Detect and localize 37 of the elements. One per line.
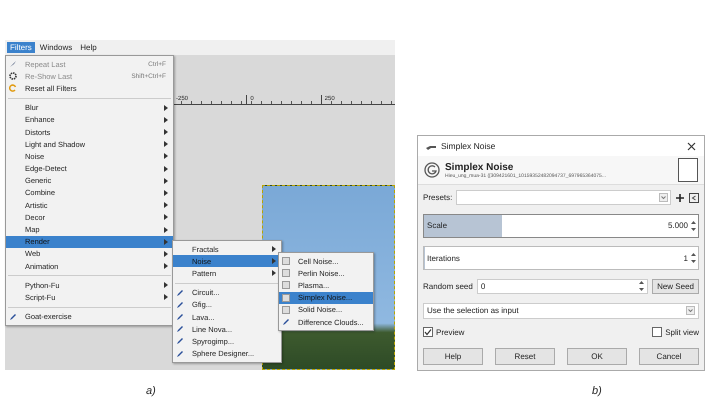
menu-bar-item[interactable]: Filters: [7, 42, 35, 53]
dialog-button[interactable]: Cancel: [639, 348, 699, 365]
spin-arrows-icon[interactable]: [639, 280, 644, 292]
slider-label: Iterations: [427, 254, 461, 263]
seed-field[interactable]: 0: [476, 278, 648, 294]
slider[interactable]: Iterations 1: [423, 246, 699, 270]
menu-bar-item[interactable]: Help: [77, 42, 100, 53]
dialog-button[interactable]: OK: [567, 348, 627, 365]
seed-label: Random seed: [423, 282, 473, 291]
menu-bar-item[interactable]: Windows: [36, 42, 76, 53]
close-icon[interactable]: [687, 142, 696, 150]
presets-label: Presets:: [423, 193, 452, 202]
slider-label: Scale: [427, 221, 448, 230]
figure-caption: b): [592, 385, 602, 397]
slider-value: 1: [684, 254, 688, 263]
filter-heading: Simplex Noise: [445, 162, 514, 172]
brush-icon: [9, 312, 17, 321]
dialog-button[interactable]: Help: [423, 348, 483, 365]
gear-icon: [9, 72, 17, 80]
split-view-checkbox[interactable]: Split view: [652, 327, 699, 338]
reset-icon: [9, 84, 17, 92]
spin-arrows-icon[interactable]: [691, 252, 696, 264]
new-seed-button[interactable]: New Seed: [652, 278, 699, 294]
preview-checkbox[interactable]: Preview: [423, 327, 464, 338]
spin-arrows-icon[interactable]: [691, 220, 696, 232]
add-icon[interactable]: [675, 192, 685, 202]
dropdown-arrow-icon: [686, 306, 695, 316]
figure-caption: a): [146, 385, 156, 397]
input-dropdown[interactable]: Use the selection as input: [423, 302, 699, 319]
dropdown-arrow-icon: [659, 193, 668, 202]
dialog-button[interactable]: Reset: [495, 348, 555, 365]
slider-value: 5.000: [668, 221, 688, 230]
menu-icon[interactable]: [689, 192, 699, 202]
gegl-logo-icon: [424, 162, 440, 178]
brush-icon: [9, 60, 17, 68]
window-title: Simplex Noise: [441, 141, 496, 151]
slider[interactable]: Scale 5.000: [423, 214, 699, 238]
